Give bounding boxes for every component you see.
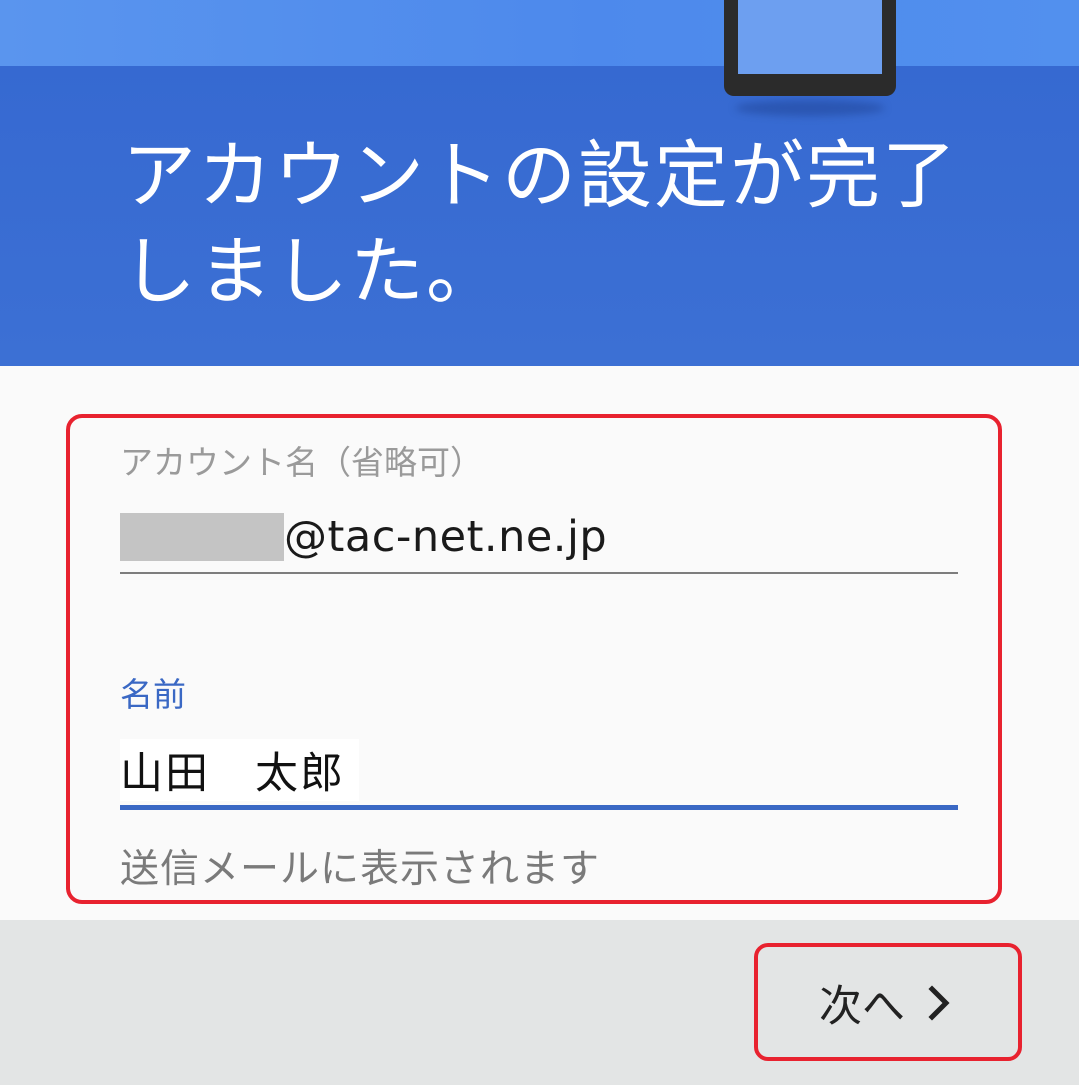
tablet-screen [738, 0, 882, 74]
header-top-band [0, 0, 1079, 66]
account-name-value: @tac-net.ne.jp [284, 512, 608, 562]
name-helper-text: 送信メールに表示されます [120, 847, 601, 892]
page-title-line-2: しました。 [122, 229, 502, 315]
form-highlight-frame [66, 414, 1002, 904]
page-title-line-1: アカウントの設定が完了 [122, 133, 958, 219]
redacted-username [120, 513, 284, 561]
name-label: 名前 [120, 675, 186, 714]
account-name-label: アカウント名（省略可） [120, 443, 483, 482]
name-value: 山田 太郎 [120, 739, 359, 801]
tablet-illustration-icon [724, 0, 896, 96]
header-banner: アカウントの設定が完了 しました。 [0, 0, 1079, 366]
device-shadow [735, 100, 885, 116]
account-name-input[interactable]: @tac-net.ne.jp [120, 511, 607, 563]
page-title: アカウントの設定が完了 しました。 [122, 128, 1002, 320]
chevron-right-icon [923, 983, 957, 1023]
next-button[interactable]: 次へ [770, 960, 1006, 1046]
name-input[interactable]: 山田 太郎 [120, 739, 359, 801]
next-button-label: 次へ [819, 982, 905, 1032]
name-underline [120, 805, 958, 810]
account-name-underline [120, 572, 958, 574]
